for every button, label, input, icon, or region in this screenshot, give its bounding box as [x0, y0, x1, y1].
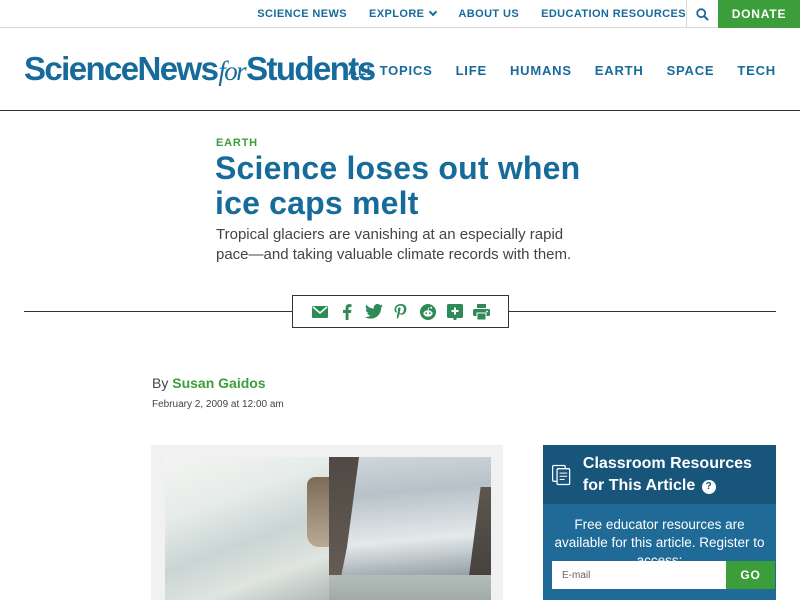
logo-part-2: for	[218, 56, 246, 86]
nav-humans[interactable]: HUMANS	[510, 63, 572, 78]
email-icon[interactable]	[311, 303, 329, 321]
nav-all-topics[interactable]: ALL TOPICS	[348, 63, 433, 78]
science-news-link[interactable]: SCIENCE NEWS	[257, 8, 347, 20]
help-icon[interactable]: ?	[701, 479, 716, 494]
pinterest-icon[interactable]	[392, 303, 410, 321]
utility-links: SCIENCE NEWS EXPLORE ABOUT US EDUCATION …	[235, 0, 686, 28]
facebook-icon[interactable]	[338, 303, 356, 321]
nav-space[interactable]: SPACE	[667, 63, 715, 78]
nav-tech[interactable]: TECH	[737, 63, 776, 78]
reddit-icon[interactable]	[419, 303, 437, 321]
email-signup-form: E-mail GO	[552, 561, 775, 589]
nav-earth[interactable]: EARTH	[595, 63, 644, 78]
chevron-down-icon	[429, 7, 438, 17]
about-us-link[interactable]: ABOUT US	[458, 8, 519, 20]
publish-date: February 2, 2009 at 12:00 am	[152, 399, 284, 410]
glacier-photo-after	[329, 457, 491, 600]
article-category[interactable]: EARTH	[216, 137, 258, 149]
article-dek: Tropical glaciers are vanishing at an es…	[216, 226, 572, 263]
article-image	[151, 445, 503, 600]
main-nav: ALL TOPICS LIFE HUMANS EARTH SPACE TECH	[325, 63, 776, 78]
google-classroom-icon[interactable]	[446, 303, 464, 321]
classroom-resources-card: Classroom Resources for This Article ? F…	[543, 445, 776, 600]
author-link[interactable]: Susan Gaidos	[172, 375, 265, 391]
byline: By Susan Gaidos	[152, 375, 266, 391]
email-field[interactable]: E-mail	[552, 561, 726, 589]
logo-part-1: ScienceNews	[24, 50, 219, 87]
site-header: ScienceNewsforStudents ALL TOPICS LIFE H…	[0, 28, 800, 111]
card-title-text: Classroom Resources for This Article	[582, 454, 752, 494]
document-icon	[552, 464, 571, 485]
donate-button[interactable]: DONATE	[718, 0, 800, 28]
meltwater-lake	[329, 575, 491, 600]
share-toolbar	[292, 295, 509, 328]
education-resources-link[interactable]: EDUCATION RESOURCES	[541, 8, 686, 20]
article-headline: Science loses out when ice caps melt	[215, 150, 581, 221]
search-icon	[696, 7, 709, 21]
search-button[interactable]	[686, 0, 718, 28]
nav-life[interactable]: LIFE	[456, 63, 487, 78]
byline-prefix: By	[152, 375, 169, 391]
go-button[interactable]: GO	[726, 561, 775, 589]
print-icon[interactable]	[473, 303, 491, 321]
glacier-photo-before	[165, 457, 329, 600]
explore-menu[interactable]: EXPLORE	[369, 7, 438, 20]
utility-bar: SCIENCE NEWS EXPLORE ABOUT US EDUCATION …	[0, 0, 800, 28]
twitter-icon[interactable]	[364, 303, 383, 321]
card-title: Classroom Resources for This Article ?	[583, 453, 776, 497]
rock-outcrop	[307, 477, 329, 547]
card-header: Classroom Resources for This Article ?	[543, 445, 776, 504]
explore-label: EXPLORE	[369, 8, 425, 20]
site-logo[interactable]: ScienceNewsforStudents	[24, 50, 376, 88]
